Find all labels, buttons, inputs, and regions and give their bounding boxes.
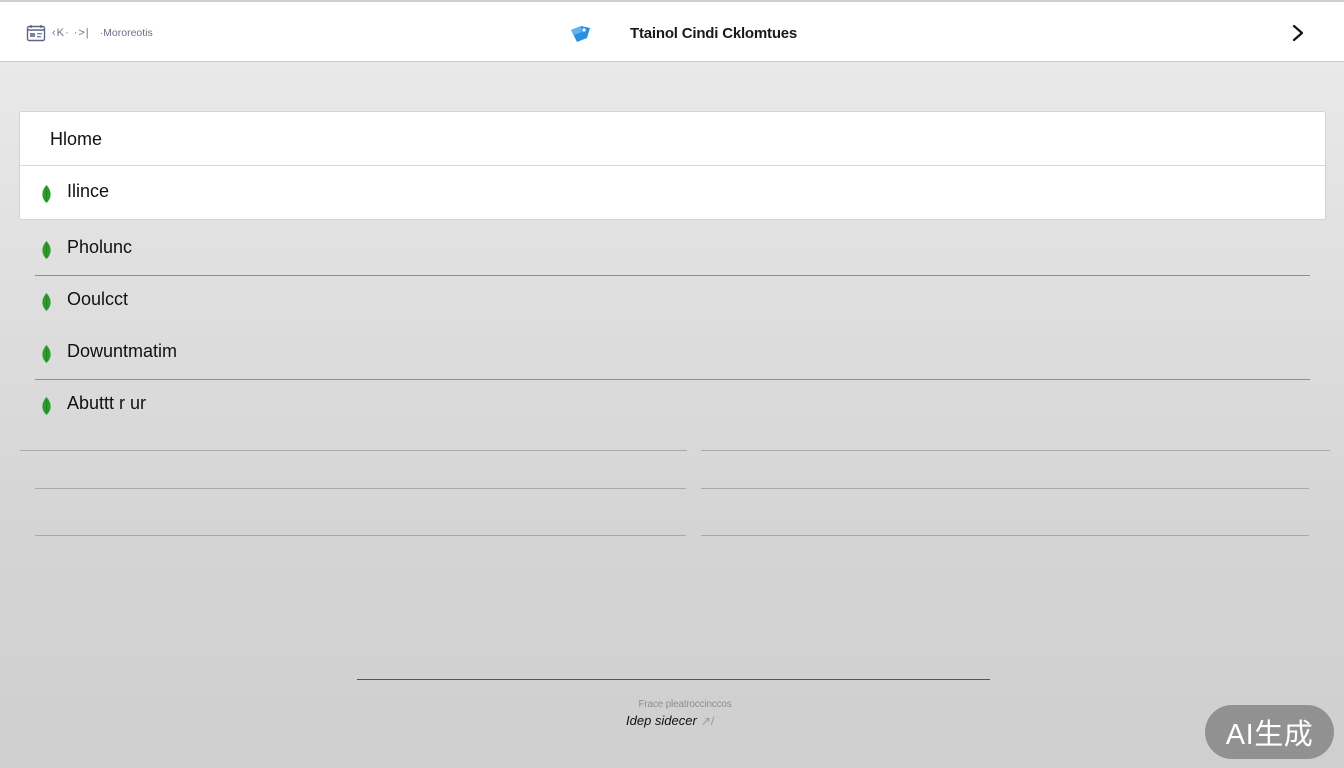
leaf-icon	[42, 397, 51, 415]
leaf-icon	[42, 241, 51, 259]
top-left-label[interactable]: ·Mororeotis	[100, 27, 153, 39]
brand-logo	[568, 23, 592, 45]
empty-row-divider	[35, 488, 686, 489]
top-left-nav[interactable]: ‹K· ·>| ·Mororeotis	[26, 23, 153, 43]
menu-item-label: Pholunc	[67, 237, 133, 257]
menu-item-2[interactable]: Pholunc	[0, 222, 1344, 274]
top-bar: ‹K· ·>| ·Mororeotis Ttainol Cindi Cklomt…	[0, 0, 1344, 62]
external-link-icon: ↗/	[700, 714, 715, 728]
empty-row-divider	[701, 450, 1330, 451]
app-title: Ttainol Cindi Cklomtues	[630, 25, 798, 42]
menu-item-3[interactable]: Ooulcct	[0, 274, 1344, 326]
nav-arrows[interactable]: ‹K· ·>|	[52, 27, 90, 39]
empty-row-divider	[701, 488, 1309, 489]
menu-item-label: Ooulcct	[67, 289, 129, 309]
tag-logo-icon	[571, 26, 590, 42]
menu-item-label: Dowuntmatim	[67, 341, 178, 361]
footer-link-label: Idep sidecer	[626, 713, 697, 728]
menu-item-1[interactable]: Ilince	[20, 166, 1325, 218]
menu-card: Hlome Ilince	[19, 111, 1326, 220]
leaf-icon	[42, 185, 51, 203]
menu-item-label: Abuttt r ur	[67, 393, 147, 413]
leaf-icon	[42, 293, 51, 311]
next-button[interactable]	[1288, 22, 1308, 44]
menu-item-label: Ilince	[67, 181, 110, 201]
footer-link[interactable]: Idep sidecer ↗/	[626, 713, 714, 728]
empty-row-divider	[20, 450, 687, 451]
footer-caption: Frace pleatroccinccos	[638, 699, 732, 710]
menu-item-5[interactable]: Abuttt r ur	[0, 378, 1344, 430]
menu-header-label: Hlome	[50, 129, 103, 149]
calendar-icon	[26, 25, 46, 42]
empty-row-divider	[35, 535, 686, 536]
ai-generated-badge: AI生成	[1205, 705, 1334, 759]
menu-item-home[interactable]: Hlome	[20, 112, 1325, 166]
footer-rule	[357, 679, 990, 680]
empty-row-divider	[701, 535, 1309, 536]
chevron-right-icon	[1292, 24, 1304, 42]
leaf-icon	[42, 345, 51, 363]
menu-item-4[interactable]: Dowuntmatim	[0, 326, 1344, 378]
